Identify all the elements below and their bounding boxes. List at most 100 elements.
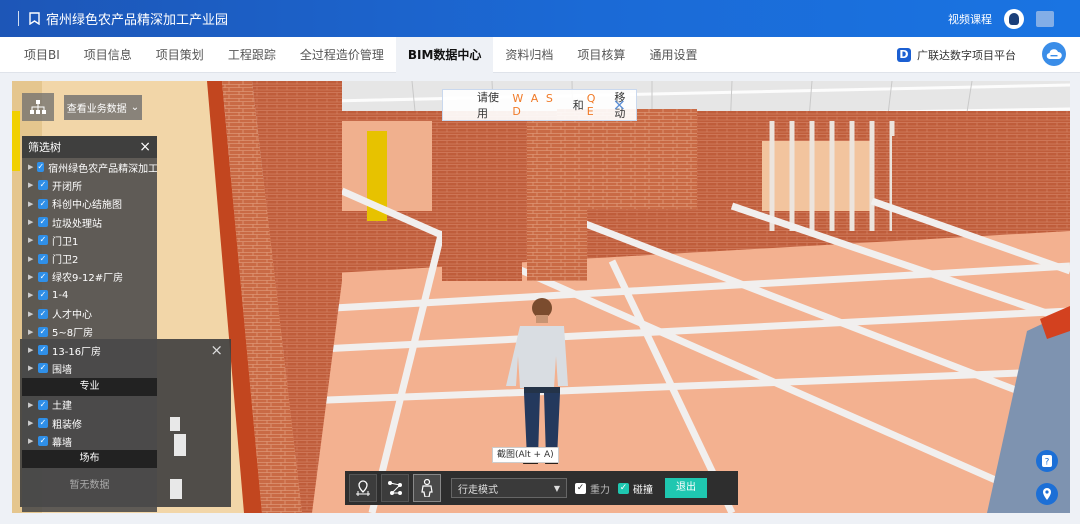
tree-item[interactable]: ▶ ✓ 粗装修	[22, 414, 157, 432]
tree-item[interactable]: ▶ ✓ 围墙	[22, 359, 157, 377]
view-business-data-label: 查看业务数据	[66, 104, 127, 115]
nav-tab[interactable]: BIM数据中心	[395, 37, 494, 73]
expand-arrow-icon[interactable]: ▶	[28, 291, 34, 299]
tree-item-checkbox[interactable]: ✓	[38, 198, 48, 209]
tree-item-checkbox[interactable]: ✓	[38, 217, 48, 228]
video-course-link[interactable]: 视频课程	[948, 11, 992, 27]
expand-arrow-icon[interactable]: ▶	[28, 273, 34, 281]
expand-arrow-icon[interactable]: ▶	[28, 328, 34, 336]
expand-arrow-icon[interactable]: ▶	[28, 218, 34, 226]
expand-arrow-icon[interactable]: ▶	[28, 163, 33, 171]
tree-item[interactable]: ▶ ✓ 人才中心	[22, 304, 157, 322]
tree-item[interactable]: ▶ ✓ 13-16厂房	[22, 341, 157, 359]
map-marker-icon	[1043, 488, 1051, 500]
tree-item[interactable]: ▶ ✓ 绿农9-12#厂房	[22, 268, 157, 286]
hint-close-icon[interactable]: ×	[613, 95, 626, 114]
tree-item-label: 幕墙	[52, 437, 72, 449]
expand-arrow-icon[interactable]: ▶	[28, 346, 34, 354]
tree-item-checkbox[interactable]: ✓	[38, 363, 48, 374]
tree-item[interactable]: ▶ ✓ 门卫1	[22, 231, 157, 249]
expand-arrow-icon[interactable]: ▶	[28, 181, 34, 189]
expand-arrow-icon[interactable]: ▶	[28, 236, 34, 244]
expand-arrow-icon[interactable]: ▶	[28, 401, 34, 409]
filter-tree-header: 筛选树 ×	[22, 136, 157, 158]
tree-item-label: 垃圾处理站	[52, 218, 102, 230]
nav-tab[interactable]: 项目BI	[12, 37, 72, 73]
tree-item-checkbox[interactable]: ✓	[38, 436, 48, 447]
brand-divider	[18, 11, 19, 26]
tree-item-label: 人才中心	[52, 310, 92, 322]
nav-tab[interactable]: 项目策划	[144, 37, 216, 73]
person-icon	[421, 479, 433, 497]
project-title: 宿州绿色农产品精深加工产业园	[46, 13, 229, 28]
tree-item-checkbox[interactable]: ✓	[38, 290, 48, 301]
tree-item-label: 围墙	[52, 364, 72, 376]
tree-item[interactable]: ▶ ✓ 宿州绿色农产品精深加工	[22, 158, 157, 176]
user-avatar-icon[interactable]	[1004, 8, 1024, 29]
tree-item[interactable]: ▶ ✓ 幕墙	[22, 432, 157, 450]
expand-arrow-icon[interactable]: ▶	[28, 364, 34, 372]
nav-tab[interactable]: 全过程造价管理	[288, 37, 396, 73]
collision-checkbox[interactable]: ✓	[618, 482, 629, 494]
tree-item-checkbox[interactable]: ✓	[38, 326, 48, 337]
locate-button[interactable]	[349, 474, 377, 502]
route-button[interactable]	[381, 474, 409, 502]
tree-item-checkbox[interactable]: ✓	[38, 271, 48, 282]
view-business-data-button[interactable]: 查看业务数据 ⌄	[64, 95, 142, 120]
tree-item-checkbox[interactable]: ✓	[38, 180, 48, 191]
tree-item-label: 科创中心结施图	[52, 200, 122, 212]
tree-item-label: 5~8厂房	[52, 328, 94, 340]
svg-text:?: ?	[1045, 458, 1050, 468]
nav-tab[interactable]: 通用设置	[637, 37, 709, 73]
expand-arrow-icon[interactable]: ▶	[28, 310, 34, 318]
expand-arrow-icon[interactable]: ▶	[28, 437, 34, 445]
tree-item-checkbox[interactable]: ✓	[37, 162, 45, 173]
structure-tree-button[interactable]	[22, 93, 54, 121]
tree-item[interactable]: ▶ ✓ 垃圾处理站	[22, 213, 157, 231]
tree-item-checkbox[interactable]: ✓	[38, 253, 48, 264]
expand-arrow-icon[interactable]: ▶	[28, 419, 34, 427]
filter-tree-close-icon[interactable]: ×	[139, 139, 151, 155]
walk-mode-select[interactable]: 行走模式 ▼	[451, 478, 567, 498]
gravity-toggle[interactable]: ✓ 重力	[575, 481, 610, 496]
tree-item[interactable]: ▶ ✓ 门卫2	[22, 249, 157, 267]
tree-item-checkbox[interactable]: ✓	[38, 235, 48, 246]
nav-tab[interactable]: 项目信息	[72, 37, 144, 73]
tree-item-label: 宿州绿色农产品精深加工	[48, 163, 157, 175]
site-empty-text: 暂无数据	[69, 480, 110, 492]
question-icon: ?	[1042, 455, 1052, 467]
platform-logo-icon: D	[897, 48, 911, 62]
tree-item[interactable]: ▶ ✓ 5~8厂房	[22, 323, 157, 341]
tree-item[interactable]: ▶ ✓ 1-4	[22, 286, 157, 304]
section-site-layout: 场布	[22, 450, 157, 469]
walk-person-button[interactable]	[413, 474, 441, 502]
help-button[interactable]: ?	[1036, 450, 1058, 472]
tree-item[interactable]: ▶ ✓ 土建	[22, 396, 157, 414]
location-service-button[interactable]	[1036, 483, 1058, 505]
user-name-obscured[interactable]	[1036, 10, 1054, 27]
tree-item-label: 1-4	[52, 289, 69, 301]
tree-item-checkbox[interactable]: ✓	[38, 399, 48, 410]
expand-arrow-icon[interactable]: ▶	[28, 255, 34, 263]
nav-tab[interactable]: 资料归档	[493, 37, 565, 73]
collision-toggle[interactable]: ✓ 碰撞	[618, 481, 653, 496]
nav-tab[interactable]: 项目核算	[565, 37, 637, 73]
tree-item[interactable]: ▶ ✓ 开闭所	[22, 176, 157, 194]
platform-link[interactable]: D 广联达数字项目平台	[897, 37, 1016, 73]
tree-item-checkbox[interactable]: ✓	[38, 345, 48, 356]
tree-item-label: 土建	[52, 401, 72, 413]
hint-keys-qe: Q E	[586, 92, 598, 118]
tree-item[interactable]: ▶ ✓ 科创中心结施图	[22, 195, 157, 213]
tree-item-checkbox[interactable]: ✓	[38, 418, 48, 428]
exit-button[interactable]: 退出	[665, 478, 707, 498]
minimap-close-icon[interactable]: ×	[210, 341, 223, 359]
expand-arrow-icon[interactable]: ▶	[28, 200, 34, 208]
nav-tabs: 项目BI 项目信息 项目策划 工程跟踪 全过程造价管理 BIM数据中心 资料归档 项目核算 通用…	[12, 37, 709, 73]
gravity-checkbox[interactable]: ✓	[575, 482, 586, 494]
bim-3d-viewport[interactable]: 请使用 W A S D 和 Q E 移动 × 查看业务数据 ⌄ × 筛选树 × …	[12, 81, 1070, 513]
tree-item-checkbox[interactable]: ✓	[38, 308, 48, 319]
cloud-service-button[interactable]	[1042, 42, 1066, 66]
hint-keys-wasd: W A S D	[512, 92, 555, 118]
cloud-icon	[1046, 49, 1062, 60]
nav-tab[interactable]: 工程跟踪	[216, 37, 288, 73]
